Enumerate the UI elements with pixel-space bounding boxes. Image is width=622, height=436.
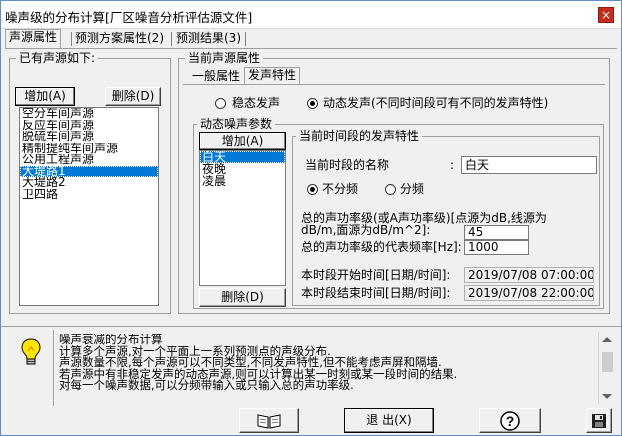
- tab-separator: [171, 32, 172, 46]
- inner-tab-border: [183, 84, 605, 85]
- window-title: 噪声级的分布计算[厂区噪音分析评估源文件]: [5, 10, 253, 25]
- dynamic-params-legend: 动态噪声参数: [197, 117, 276, 131]
- close-button[interactable]: ×: [598, 7, 614, 23]
- bottom-divider: [1, 326, 621, 327]
- add-period-button[interactable]: 增加(A): [199, 132, 286, 150]
- source-list-item[interactable]: 脱硫车间声源: [20, 131, 158, 143]
- scroll-up-icon[interactable]: [602, 337, 612, 342]
- sources-legend: 已有声源如下:: [16, 51, 99, 65]
- top-tab-bar: 声源属性 预测方案属性(2) 预测结果(3): [1, 29, 621, 49]
- source-list-item[interactable]: 卫四路: [20, 189, 158, 201]
- source-list-item[interactable]: 反应车间声源: [20, 120, 158, 132]
- help-glyph: ?: [506, 413, 515, 429]
- title-bar: 噪声级的分布计算[厂区噪音分析评估源文件] ×: [1, 1, 621, 29]
- tab-source-properties[interactable]: 声源属性: [5, 29, 62, 49]
- dynamic-radio[interactable]: [307, 98, 318, 109]
- period-list-item[interactable]: 凌晨: [200, 175, 285, 187]
- scroll-down-icon[interactable]: [602, 394, 612, 399]
- help-icon: ?: [500, 411, 520, 431]
- delete-period-button[interactable]: 删除(D): [199, 288, 286, 307]
- steady-radio[interactable]: [215, 98, 226, 109]
- period-name-colon: :: [450, 158, 455, 172]
- tab-panel-border: [5, 48, 617, 49]
- end-time-label: 本时段结束时间[日期/时间]:: [301, 286, 451, 300]
- freq-radio-label: 分频: [400, 182, 425, 196]
- start-time-field[interactable]: 2019/07/08 07:00:00: [464, 267, 594, 283]
- tip-divider: [53, 330, 54, 406]
- period-name-label: 当前时段的名称: [305, 158, 390, 172]
- close-icon: ×: [600, 8, 612, 22]
- source-list-item[interactable]: 精制提纯车间声源: [20, 143, 158, 155]
- tab-general-properties[interactable]: 一般属性: [189, 69, 243, 84]
- start-time-label: 本时段开始时间[日期/时间]:: [301, 268, 451, 282]
- freq-input[interactable]: 1000: [464, 240, 529, 255]
- save-button[interactable]: [586, 408, 612, 433]
- source-list-item[interactable]: 空分车间声源: [20, 108, 158, 120]
- book-icon: [257, 414, 281, 429]
- freq-radio[interactable]: [385, 184, 396, 195]
- period-list[interactable]: 白天 夜晚 凌晨: [199, 150, 286, 286]
- period-list-item[interactable]: 夜晚: [200, 163, 285, 175]
- source-list-item[interactable]: 大堤路1: [20, 165, 158, 177]
- main-window: 噪声级的分布计算[厂区噪音分析评估源文件] × 声源属性 预测方案属性(2) 预…: [0, 0, 622, 436]
- tab-prediction-results[interactable]: 预测结果(3): [173, 31, 244, 48]
- power-input[interactable]: 45: [464, 225, 529, 240]
- tab-separator: [245, 32, 246, 46]
- tip-text-area: 噪声衰减的分布计算 计算多个声源,对一个平面上一系列预测点的声级分布. 声源数量不限…: [59, 334, 597, 404]
- no-freq-radio[interactable]: [307, 184, 318, 195]
- power-label-line2: dB/m,面源为dB/m^2]:: [301, 223, 431, 237]
- tab-sound-characteristics[interactable]: 发声特性: [244, 67, 301, 84]
- help-button[interactable]: ?: [479, 408, 541, 433]
- end-time-field[interactable]: 2019/07/08 22:00:00: [464, 285, 594, 301]
- scroll-thumb[interactable]: [602, 352, 613, 372]
- floppy-disk-icon: [592, 414, 606, 428]
- tab-prediction-scheme[interactable]: 预测方案属性(2): [72, 31, 167, 48]
- source-list-item[interactable]: 大堤路2: [20, 177, 158, 189]
- manual-button[interactable]: [239, 408, 299, 433]
- freq-label: 总的声功率级的代表频率[Hz]:: [301, 240, 462, 254]
- period-list-item[interactable]: 白天: [200, 151, 285, 163]
- period-legend: 当前时间段的发声特性: [296, 129, 423, 143]
- no-freq-radio-label: 不分频: [322, 182, 359, 196]
- source-list[interactable]: 空分车间声源 反应车间声源 脱硫车间声源 精制提纯车间声源 公用工程声源 大堤路1 大堤路2…: [19, 107, 159, 306]
- exit-button[interactable]: 退 出(X): [344, 408, 434, 433]
- period-name-input[interactable]: 白天: [461, 156, 597, 174]
- steady-radio-label: 稳态发声: [232, 96, 281, 110]
- dynamic-radio-label: 动态发声(不同时间段可有不同的发声特性): [323, 96, 549, 110]
- source-list-item[interactable]: 公用工程声源: [20, 154, 158, 166]
- tip-line: 对每一个噪声数据,可以分频带输入或只输入总的声功率级.: [59, 378, 354, 392]
- lightbulb-icon: [21, 338, 41, 365]
- delete-source-button[interactable]: 删除(D): [105, 87, 161, 106]
- tip-scrollbar[interactable]: [598, 332, 616, 404]
- current-source-legend: 当前声源属性: [185, 51, 264, 65]
- add-source-button[interactable]: 增加(A): [15, 87, 75, 106]
